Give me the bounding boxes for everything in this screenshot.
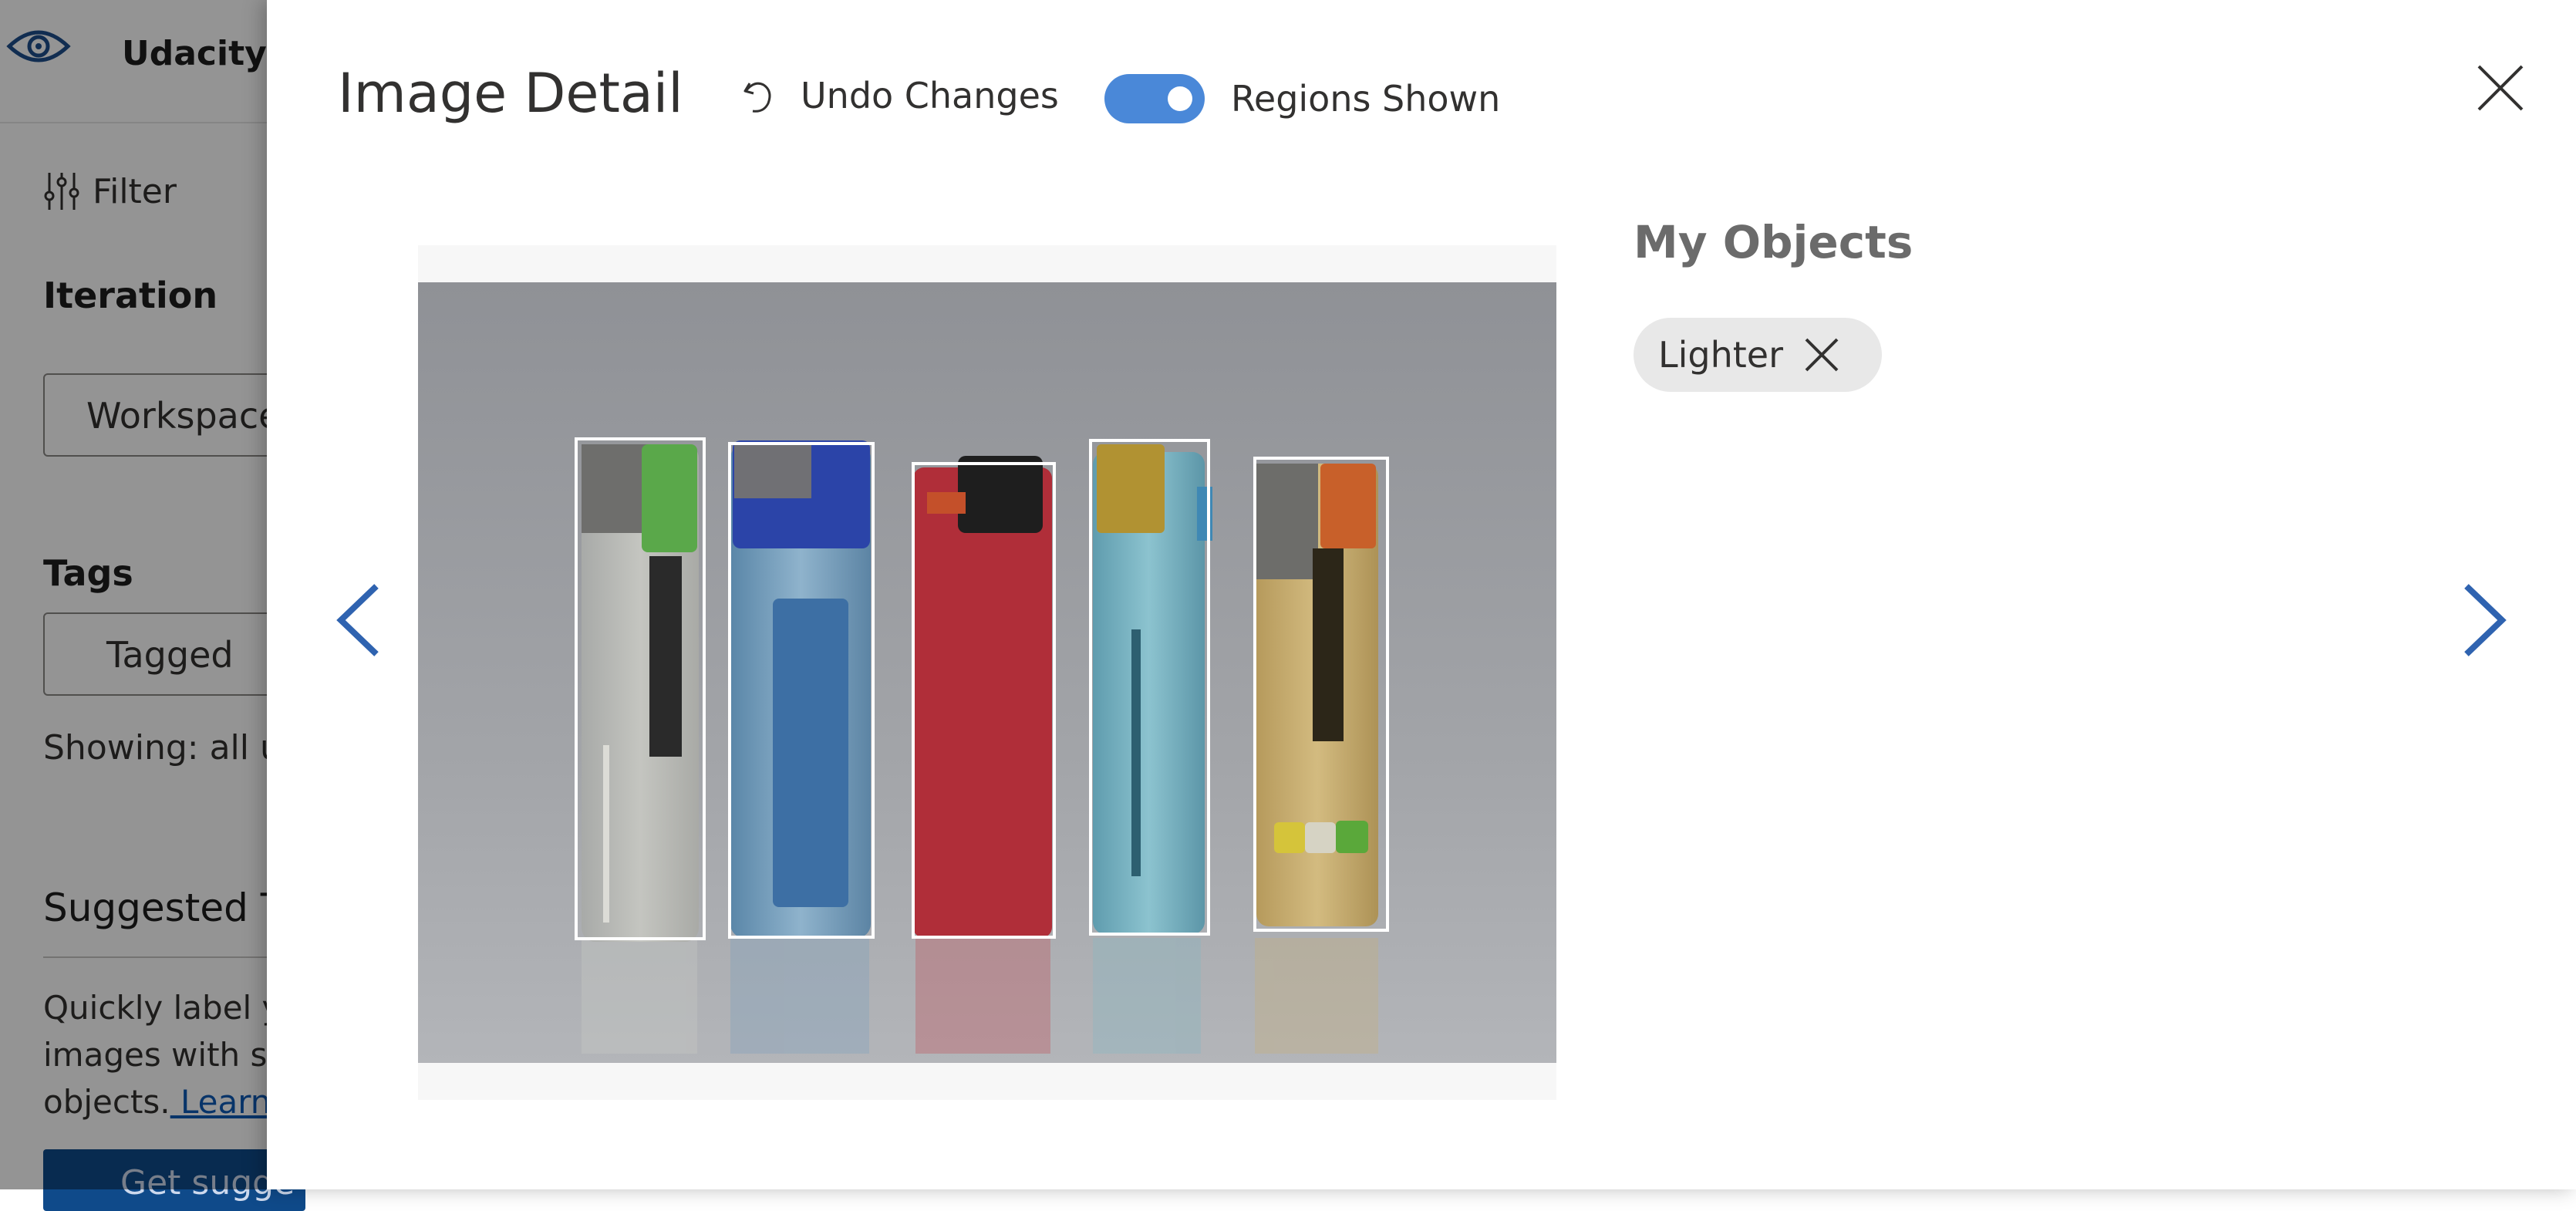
image-detail-panel: Image Detail Undo Changes Regions Shown xyxy=(267,0,2576,1189)
undo-icon xyxy=(743,82,771,113)
remove-tag-icon[interactable] xyxy=(1803,336,1840,373)
lighters-photo[interactable] xyxy=(418,282,1556,1063)
close-icon[interactable] xyxy=(2474,62,2527,114)
my-objects-heading: My Objects xyxy=(1634,216,1913,268)
panel-title: Image Detail xyxy=(338,62,683,125)
tag-chip-label: Lighter xyxy=(1658,334,1784,376)
tag-chip-lighter: Lighter xyxy=(1634,318,1882,392)
regions-toggle-group: Regions Shown xyxy=(1104,74,1500,123)
toggle-knob xyxy=(1168,86,1192,111)
chevron-left-icon[interactable] xyxy=(332,580,386,660)
regions-shown-label: Regions Shown xyxy=(1231,78,1501,120)
regions-shown-toggle[interactable] xyxy=(1104,74,1205,123)
chevron-right-icon[interactable] xyxy=(2457,580,2511,660)
undo-changes-button[interactable]: Undo Changes xyxy=(739,74,1059,117)
undo-label: Undo Changes xyxy=(801,75,1059,116)
